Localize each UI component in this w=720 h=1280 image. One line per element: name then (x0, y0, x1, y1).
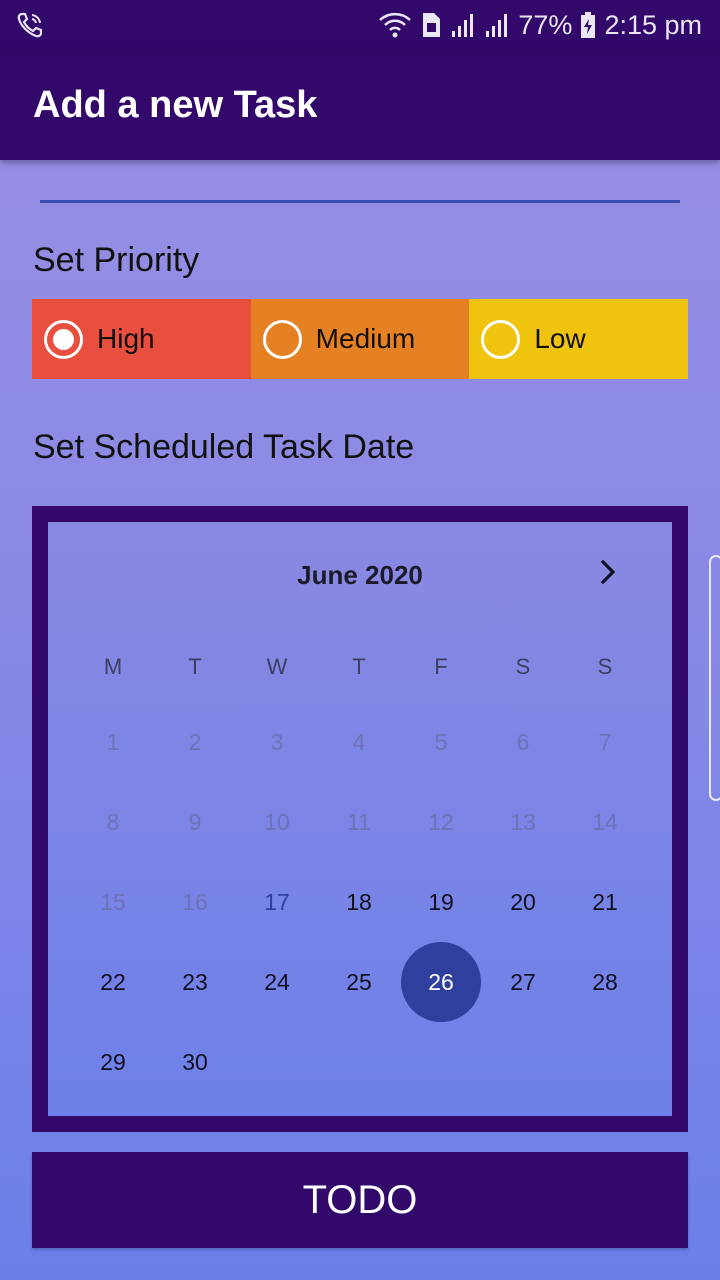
calendar-day[interactable]: 27 (483, 942, 563, 1022)
calendar-frame: June 2020 M T W T F S S 1 2 3 4 5 6 7 8 9 10 11 12 13 14 15 16… (32, 506, 688, 1132)
weekday-label: F (434, 654, 448, 679)
calendar-day[interactable]: 23 (155, 942, 235, 1022)
status-time: 2:15 pm (604, 9, 702, 40)
calendar-day: 3 (270, 729, 284, 755)
calendar-day: 9 (188, 809, 202, 835)
calendar-day: 6 (516, 729, 530, 755)
calendar-day[interactable]: 18 (319, 862, 399, 942)
calendar-view: June 2020 M T W T F S S 1 2 3 4 5 6 7 8 9 10 11 12 13 14 15 16… (48, 522, 672, 1116)
signal-icon (484, 11, 510, 39)
calendar-day: 2 (188, 729, 202, 755)
calendar-day: 16 (182, 889, 208, 915)
weekday-label: T (352, 654, 366, 679)
radio-unchecked-icon[interactable] (262, 319, 302, 359)
calendar-day[interactable]: 29 (73, 1022, 153, 1102)
calendar-day: 10 (264, 809, 290, 835)
calendar-day: 13 (510, 809, 536, 835)
calendar-day[interactable]: 20 (483, 862, 563, 942)
signal-icon (450, 11, 476, 39)
weekday-label: W (266, 654, 288, 679)
radio-unchecked-icon[interactable] (481, 319, 521, 359)
date-heading: Set Scheduled Task Date (33, 428, 415, 466)
priority-label-low: Low (534, 323, 586, 354)
wifi-icon (378, 11, 412, 39)
priority-label-medium: Medium (315, 323, 416, 354)
calendar-day[interactable]: 17 (237, 862, 317, 942)
app-bar: Add a new Task (0, 50, 720, 160)
calendar-day[interactable]: 19 (401, 862, 481, 942)
battery-charging-icon (580, 11, 596, 39)
calendar-day: 15 (100, 889, 126, 915)
page-title: Add a new Task (33, 84, 318, 126)
status-bar: 77% 2:15 pm (0, 0, 720, 50)
calendar-day: 7 (598, 729, 612, 755)
calendar-day: 5 (434, 729, 448, 755)
calendar-day: 14 (592, 809, 618, 835)
weekday-label: T (188, 654, 202, 679)
calendar-day: 12 (428, 809, 454, 835)
radio-checked-icon[interactable] (44, 319, 83, 359)
calendar-day: 11 (347, 809, 371, 835)
priority-heading: Set Priority (33, 241, 200, 279)
calendar-day[interactable]: 21 (565, 862, 645, 942)
weekday-label: M (103, 654, 123, 679)
calendar-month-label: June 2020 (297, 560, 423, 590)
wifi-call-icon (16, 11, 44, 39)
priority-radio-group: High Medium Low (32, 299, 689, 379)
chevron-right-icon[interactable] (594, 558, 622, 586)
battery-percent: 77% (518, 9, 573, 40)
calendar-day: 4 (352, 729, 366, 755)
priority-option-low[interactable]: Low (469, 299, 689, 379)
calendar-day[interactable]: 25 (319, 942, 399, 1022)
calendar-day[interactable]: 28 (565, 942, 645, 1022)
priority-option-medium[interactable]: Medium (250, 299, 470, 379)
calendar-day[interactable]: 30 (155, 1022, 235, 1102)
status-icons: 77% 2:15 pm (378, 6, 702, 44)
weekday-label: S (597, 654, 613, 679)
calendar-day: 1 (106, 729, 120, 755)
weekday-label: S (515, 654, 531, 679)
sim-icon (420, 11, 442, 39)
calendar-day-selected[interactable]: 26 (401, 942, 481, 1022)
priority-option-high[interactable]: High (32, 299, 251, 379)
calendar-day[interactable]: 24 (237, 942, 317, 1022)
task-title-input[interactable] (40, 200, 680, 203)
priority-label-high: High (97, 323, 155, 354)
scroll-indicator[interactable] (709, 555, 720, 801)
calendar-day[interactable]: 22 (73, 942, 153, 1022)
todo-button[interactable]: TODO (32, 1152, 688, 1248)
calendar-day: 8 (106, 809, 120, 835)
